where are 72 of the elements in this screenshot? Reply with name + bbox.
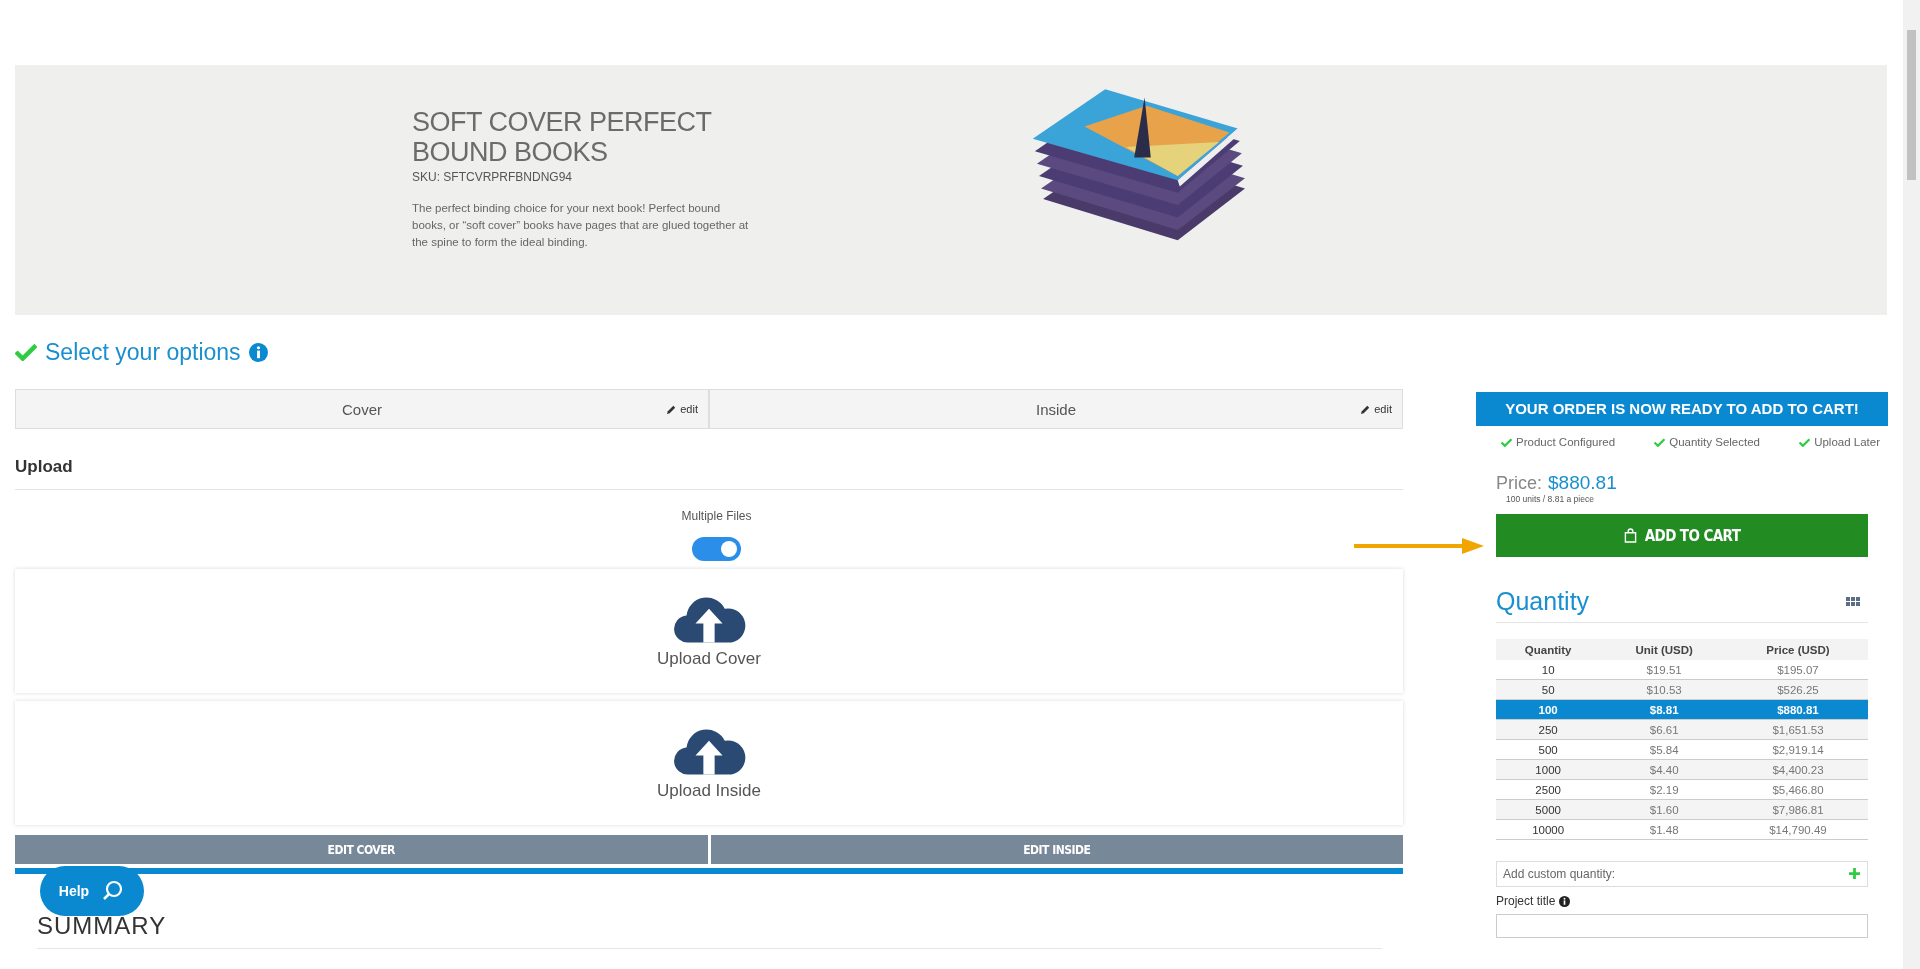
quantity-row[interactable]: 5000 $1.60 $7,986.81	[1496, 799, 1868, 820]
table-cell: $1.60	[1600, 799, 1728, 820]
product-description: The perfect binding choice for your next book! Perfect bound books, or “soft cover” books have pages that are glued together at the spine to form the ideal binding.	[412, 201, 750, 250]
quantity-row[interactable]: 10 $19.51 $195.07	[1496, 660, 1868, 680]
table-cell: 500	[1496, 739, 1601, 760]
quantity-row[interactable]: 2500 $2.19 $5,466.80	[1496, 779, 1868, 800]
step-label: Product Configured	[1516, 436, 1616, 448]
info-icon	[1559, 895, 1571, 907]
table-cell: 1000	[1496, 759, 1601, 780]
edit-button[interactable]: EDIT COVER	[15, 835, 708, 864]
edit-link[interactable]: edit	[666, 403, 698, 415]
grid-icon[interactable]	[1846, 596, 1860, 607]
upload-label: Upload Inside	[657, 781, 761, 801]
table-cell: 10000	[1496, 819, 1601, 840]
section-title: Select your options	[45, 338, 241, 366]
field-label: Project title	[1496, 894, 1556, 908]
table-cell: $10.53	[1600, 679, 1728, 700]
pencil-icon	[1360, 403, 1372, 415]
upload-dropzone[interactable]: Upload Cover	[15, 569, 1403, 693]
edit-link[interactable]: edit	[1360, 403, 1392, 415]
step-label: Upload Later	[1814, 436, 1880, 448]
table-cell: 10	[1496, 660, 1601, 680]
step-label: Quantity Selected	[1669, 436, 1760, 448]
price-value: $880.81	[1548, 472, 1617, 494]
table-cell: $4.40	[1600, 759, 1728, 780]
quantity-row[interactable]: 10000 $1.48 $14,790.49	[1496, 819, 1868, 840]
order-ready-banner: YOUR ORDER IS NOW READY TO ADD TO CART!	[1476, 392, 1888, 426]
scrollbar[interactable]	[1903, 0, 1920, 969]
product-title: SOFT COVER PERFECT BOUND BOOKS	[412, 107, 713, 167]
quantity-row[interactable]: 50 $10.53 $526.25	[1496, 679, 1868, 700]
table-cell: 50	[1496, 679, 1601, 700]
upload-label: Upload Cover	[657, 649, 761, 669]
product-sku: SKU: SFTCVRPRFBNDNG94	[412, 170, 574, 184]
table-cell: $5.84	[1600, 739, 1728, 760]
column-header: Quantity	[1496, 639, 1601, 660]
table-cell: $8.81	[1600, 699, 1728, 720]
quantity-row[interactable]: 250 $6.61 $1,651.53	[1496, 719, 1868, 740]
table-cell: $2.19	[1600, 779, 1728, 800]
price-note: 100 units / 8.81 a piece	[1506, 494, 1595, 504]
shopping-bag-icon	[1623, 528, 1637, 543]
toggle-label: Multiple Files	[680, 509, 753, 523]
table-cell: $6.61	[1600, 719, 1728, 740]
plus-icon[interactable]	[1849, 868, 1860, 879]
table-cell: 2500	[1496, 779, 1601, 800]
tab-label: Cover	[342, 400, 382, 418]
table-cell: 5000	[1496, 799, 1601, 820]
project-title-field[interactable]	[1496, 914, 1868, 938]
table-cell: $19.51	[1600, 660, 1728, 680]
help-button[interactable]: Help	[40, 866, 144, 916]
add-to-cart-button[interactable]: ADD TO CART	[1496, 514, 1868, 557]
info-icon	[248, 342, 268, 362]
section-title: Quantity	[1496, 587, 1590, 616]
table-cell: $14,790.49	[1727, 819, 1868, 840]
pencil-icon	[666, 403, 678, 415]
quantity-row[interactable]: 500 $5.84 $2,919.14	[1496, 739, 1868, 760]
custom-quantity-field[interactable]: Add custom quantity:	[1496, 861, 1868, 887]
quantity-row[interactable]: 100 $8.81 $880.81	[1496, 699, 1868, 720]
table-cell: $2,919.14	[1727, 739, 1868, 760]
table-cell: $1.48	[1600, 819, 1728, 840]
tab-label: Inside	[1036, 400, 1076, 418]
price-label: Price:	[1496, 473, 1542, 494]
column-header: Price (USD)	[1727, 639, 1868, 660]
quantity-row[interactable]: 1000 $4.40 $4,400.23	[1496, 759, 1868, 780]
edit-button[interactable]: EDIT INSIDE	[710, 835, 1403, 864]
table-cell: 100	[1496, 699, 1601, 720]
section-heading: Upload	[15, 457, 1403, 490]
table-cell: 250	[1496, 719, 1601, 740]
table-cell: $5,466.80	[1727, 779, 1868, 800]
column-header: Unit (USD)	[1600, 639, 1728, 660]
table-cell: $195.07	[1727, 660, 1868, 680]
upload-dropzone[interactable]: Upload Inside	[15, 701, 1403, 825]
toggle-switch[interactable]	[692, 537, 741, 561]
